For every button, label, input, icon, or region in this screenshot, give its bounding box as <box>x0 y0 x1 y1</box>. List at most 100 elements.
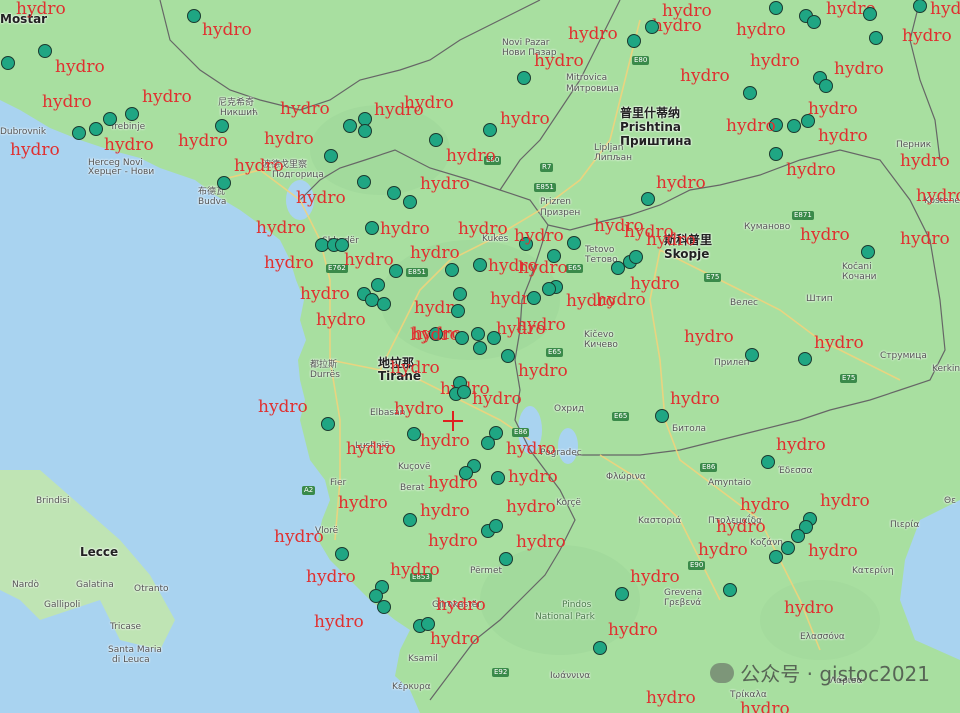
hydro-station-marker[interactable] <box>501 349 515 363</box>
hydro-station-marker[interactable] <box>769 550 783 564</box>
hydro-station-marker[interactable] <box>542 282 556 296</box>
hydro-station-marker[interactable] <box>38 44 52 58</box>
place-label: Santa Maria <box>108 645 162 655</box>
hydro-station-marker[interactable] <box>481 436 495 450</box>
hydro-station-marker[interactable] <box>403 195 417 209</box>
hydro-station-marker[interactable] <box>798 352 812 366</box>
hydro-station-marker[interactable] <box>1 56 15 70</box>
hydro-station-marker[interactable] <box>593 641 607 655</box>
hydro-station-marker[interactable] <box>407 427 421 441</box>
hydro-station-marker[interactable] <box>321 417 335 431</box>
road-shield: E65 <box>546 348 564 357</box>
hydro-station-marker[interactable] <box>489 519 503 533</box>
hydro-station-marker[interactable] <box>471 327 485 341</box>
place-label: di Leuca <box>112 655 150 665</box>
place-label: Durrës <box>310 370 340 380</box>
hydro-station-marker[interactable] <box>567 236 581 250</box>
place-label: Otranto <box>134 584 169 594</box>
hydro-station-marker[interactable] <box>641 192 655 206</box>
hydro-station-marker[interactable] <box>761 455 775 469</box>
hydro-station-marker[interactable] <box>377 600 391 614</box>
hydro-station-marker[interactable] <box>769 147 783 161</box>
hydro-station-marker[interactable] <box>335 238 349 252</box>
place-label: Кочани <box>842 272 877 282</box>
hydro-station-marker[interactable] <box>187 9 201 23</box>
map-view[interactable]: Mostar Dubrovnik 布德瓦 Budva 波德戈里察 Подгорица 尼克希… <box>0 0 960 713</box>
hydro-station-marker[interactable] <box>801 114 815 128</box>
hydro-station-marker[interactable] <box>421 617 435 631</box>
hydro-station-label: hydro <box>10 140 60 160</box>
hydro-station-marker[interactable] <box>527 291 541 305</box>
hydro-station-marker[interactable] <box>453 287 467 301</box>
place-label: National Park <box>535 612 595 622</box>
hydro-station-marker[interactable] <box>459 466 473 480</box>
hydro-station-label: hydro <box>280 99 330 119</box>
hydro-station-label: hydro <box>684 327 734 347</box>
hydro-station-marker[interactable] <box>491 471 505 485</box>
hydro-station-marker[interactable] <box>371 278 385 292</box>
hydro-station-label: hydro <box>740 699 790 713</box>
hydro-station-marker[interactable] <box>217 176 231 190</box>
hydro-station-label: hydro <box>390 560 440 580</box>
road-shield: E851 <box>406 268 428 277</box>
place-label: Φλώρινα <box>606 472 646 482</box>
hydro-station-marker[interactable] <box>324 149 338 163</box>
hydro-station-marker[interactable] <box>487 331 501 345</box>
hydro-station-marker[interactable] <box>89 122 103 136</box>
place-label: Grevena <box>664 588 703 598</box>
hydro-station-marker[interactable] <box>358 124 372 138</box>
hydro-station-marker[interactable] <box>645 20 659 34</box>
hydro-station-marker[interactable] <box>483 123 497 137</box>
hydro-station-marker[interactable] <box>473 341 487 355</box>
hydro-station-marker[interactable] <box>451 304 465 318</box>
hydro-station-marker[interactable] <box>357 175 371 189</box>
hydro-station-marker[interactable] <box>807 15 821 29</box>
hydro-station-marker[interactable] <box>723 583 737 597</box>
hydro-station-label: hydro <box>410 243 460 263</box>
hydro-station-marker[interactable] <box>819 79 833 93</box>
road-shield: E871 <box>792 211 814 220</box>
hydro-station-marker[interactable] <box>72 126 86 140</box>
place-label: Korçë <box>556 498 581 508</box>
hydro-station-marker[interactable] <box>861 245 875 259</box>
hydro-station-marker[interactable] <box>457 385 471 399</box>
hydro-station-label: hydro <box>420 501 470 521</box>
hydro-station-marker[interactable] <box>103 112 117 126</box>
hydro-station-marker[interactable] <box>429 133 443 147</box>
hydro-station-marker[interactable] <box>627 34 641 48</box>
hydro-station-marker[interactable] <box>445 263 459 277</box>
hydro-station-marker[interactable] <box>517 71 531 85</box>
place-label: Pindos <box>562 600 592 610</box>
place-label: Galatina <box>76 580 114 590</box>
hydro-station-label: hydro <box>234 156 284 176</box>
hydro-station-marker[interactable] <box>499 552 513 566</box>
hydro-station-marker[interactable] <box>655 409 669 423</box>
hydro-station-marker[interactable] <box>629 250 643 264</box>
hydro-station-marker[interactable] <box>743 86 757 100</box>
hydro-station-marker[interactable] <box>473 258 487 272</box>
hydro-station-marker[interactable] <box>365 221 379 235</box>
hydro-station-label: hydro <box>178 131 228 151</box>
hydro-station-marker[interactable] <box>781 541 795 555</box>
hydro-station-label: hydro <box>42 92 92 112</box>
place-label: Kočani <box>842 262 872 272</box>
hydro-station-marker[interactable] <box>335 547 349 561</box>
hydro-station-marker[interactable] <box>455 331 469 345</box>
hydro-station-marker[interactable] <box>615 587 629 601</box>
hydro-station-marker[interactable] <box>745 348 759 362</box>
hydro-station-marker[interactable] <box>869 31 883 45</box>
hydro-station-label: hydro <box>776 435 826 455</box>
place-label: Gallipoli <box>44 600 81 610</box>
place-label: Prishtina <box>620 120 682 134</box>
road-shield: E80 <box>632 56 650 65</box>
hydro-station-marker[interactable] <box>403 513 417 527</box>
hydro-station-marker[interactable] <box>387 186 401 200</box>
hydro-station-marker[interactable] <box>791 529 805 543</box>
hydro-station-marker[interactable] <box>377 297 391 311</box>
hydro-station-marker[interactable] <box>787 119 801 133</box>
hydro-station-marker[interactable] <box>125 107 139 121</box>
hydro-station-marker[interactable] <box>343 119 357 133</box>
hydro-station-marker[interactable] <box>863 7 877 21</box>
hydro-station-marker[interactable] <box>769 1 783 15</box>
hydro-station-marker[interactable] <box>389 264 403 278</box>
